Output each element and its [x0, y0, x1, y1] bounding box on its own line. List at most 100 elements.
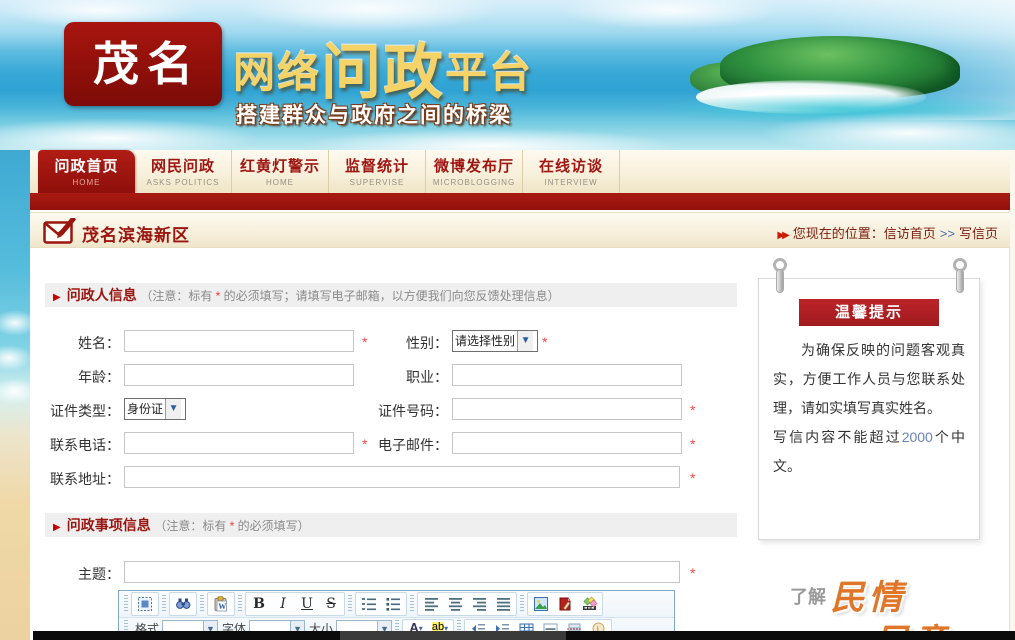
tab-label: 在线访谈	[523, 155, 619, 176]
breadcrumb-home-link[interactable]: 信访首页	[884, 226, 936, 241]
district-title: 茂名滨海新区	[82, 221, 190, 246]
tab-label: 问政首页	[38, 155, 135, 176]
breadcrumb-arrows-icon: ▶▶	[777, 230, 786, 241]
email-input[interactable]	[452, 432, 682, 454]
island-graphic	[690, 28, 990, 118]
person-info-section-header: ▶ 问政人信息 （注意：标有 * 的必须填写；请填写电子邮箱，以方便我们向您反馈处…	[45, 283, 737, 307]
gender-select-value: 请选择性别	[453, 331, 517, 351]
id-number-input[interactable]	[452, 398, 682, 420]
required-mark: *	[690, 436, 695, 452]
tips-body: 为确保反映的问题客观真实，方便工作人员与您联系处理，请如实填写真实姓名。 写信内…	[773, 336, 965, 481]
tips-paragraph: 为确保反映的问题客观真实，方便工作人员与您联系处理，请如实填写真实姓名。	[773, 336, 965, 423]
slogan-prefix: 了解	[790, 587, 826, 607]
required-mark: *	[690, 470, 695, 486]
maximize-icon[interactable]	[133, 593, 157, 615]
bold-button[interactable]: B	[247, 593, 271, 615]
id-type-select-value: 身份证	[125, 399, 165, 419]
phone-input[interactable]	[124, 432, 354, 454]
site-title-part: 平台	[445, 49, 533, 96]
find-icon[interactable]	[171, 593, 195, 615]
breadcrumb-separator: >>	[940, 226, 955, 241]
svg-text:W: W	[218, 602, 226, 611]
bulleted-list-icon[interactable]	[381, 593, 405, 615]
site-subtitle: 搭建群众与政府之间的桥梁	[236, 99, 512, 129]
breadcrumb: ▶▶ 您现在的位置：信访首页 >> 写信页	[777, 223, 998, 242]
required-mark: *	[690, 402, 695, 418]
paste-from-word-icon[interactable]: W	[209, 593, 233, 615]
subject-label: 主题：	[34, 564, 120, 584]
strikethrough-button[interactable]: S	[319, 593, 343, 615]
site-banner: 茂名 网络问政平台 搭建群众与政府之间的桥梁	[0, 0, 1015, 150]
email-label: 电子邮件：	[356, 435, 448, 455]
align-center-icon[interactable]	[443, 593, 467, 615]
tips-paragraph: 写信内容不能超过2000个中文。	[773, 423, 965, 481]
tab-label: 微博发布厅	[426, 155, 522, 176]
tab-sublabel: INTERVIEW	[523, 178, 619, 187]
tips-panel: 温馨提示 为确保反映的问题客观真实，方便工作人员与您联系处理，请如实填写真实姓名…	[758, 278, 980, 540]
tab-sublabel: MICROBLOGGING	[426, 178, 522, 187]
tips-title: 温馨提示	[799, 299, 939, 326]
tab-label: 网民问政	[135, 155, 231, 176]
tab-microblog-hall[interactable]: 微博发布厅 MICROBLOGGING	[426, 150, 523, 193]
tab-warning-lights[interactable]: 红黄灯警示 HOME	[232, 150, 329, 193]
align-justify-icon[interactable]	[491, 593, 515, 615]
tab-sublabel: SUPERVISE	[329, 178, 425, 187]
job-label: 职业：	[356, 367, 448, 387]
section-arrow-icon: ▶	[53, 292, 61, 303]
align-right-icon[interactable]	[467, 593, 491, 615]
section-title: 问政人信息	[67, 287, 137, 303]
id-type-select[interactable]: 身份证▼	[124, 398, 186, 420]
matter-info-section-header: ▶ 问政事项信息 （注意：标有 * 的必须填写）	[45, 513, 737, 537]
editor-toolbar-row1: W B I U S	[119, 591, 674, 618]
breadcrumb-label: 您现在的位置：	[793, 226, 884, 241]
subject-input[interactable]	[124, 561, 680, 583]
tab-supervise-stats[interactable]: 监督统计SUPERVISE	[329, 150, 426, 193]
required-mark: *	[542, 334, 547, 350]
id-number-label: 证件号码：	[356, 401, 448, 421]
binder-ring-icon	[952, 258, 968, 300]
wave-foam-graphic	[0, 118, 260, 150]
section-arrow-icon: ▶	[53, 522, 61, 533]
address-label: 联系地址：	[34, 469, 120, 489]
insert-image-icon[interactable]	[529, 593, 553, 615]
section-note: （注意：标有 * 的必须填写；请填写电子邮箱，以方便我们向您反馈处理信息）	[140, 289, 559, 303]
tab-online-interview[interactable]: 在线访谈 INTERVIEW	[523, 150, 620, 193]
tab-sublabel: ASKS POLITICS	[135, 178, 231, 187]
name-input[interactable]	[124, 330, 354, 352]
slogan-minqing: 了解 民情	[790, 570, 906, 619]
section-header: 茂名滨海新区 ▶▶ 您现在的位置：信访首页 >> 写信页	[30, 212, 1010, 248]
section-note: （注意：标有 * 的必须填写）	[154, 519, 309, 533]
age-input[interactable]	[124, 364, 354, 386]
tab-label: 红黄灯警示	[232, 155, 328, 176]
address-input[interactable]	[124, 466, 680, 488]
id-type-label: 证件类型：	[34, 401, 120, 421]
job-input[interactable]	[452, 364, 682, 386]
background-right-strip	[1010, 150, 1015, 640]
gender-select[interactable]: 请选择性别▼	[452, 330, 538, 352]
tab-sublabel: HOME	[232, 178, 328, 187]
site-title-part: 网络	[233, 49, 321, 96]
main-navigation: 问政首页HOME 网民问政 ASKS POLITICS 红黄灯警示 HOME 监督统…	[30, 150, 1010, 193]
numbered-list-icon[interactable]	[357, 593, 381, 615]
slogan-word: 民情	[830, 578, 906, 618]
gender-label: 性别：	[356, 333, 448, 353]
scrollbar-thumb[interactable]	[340, 631, 566, 640]
phone-label: 联系电话：	[34, 435, 120, 455]
breadcrumb-current: 写信页	[959, 226, 998, 241]
main-content: 问政首页HOME 网民问政 ASKS POLITICS 红黄灯警示 HOME 监督统…	[30, 150, 1010, 640]
tab-netizen-politics[interactable]: 网民问政 ASKS POLITICS	[135, 150, 232, 193]
color-palette-icon[interactable]	[577, 593, 601, 615]
background-beach-strip	[0, 150, 30, 640]
bottom-scrollbar[interactable]	[33, 631, 1015, 640]
wave-foam-graphic	[300, 128, 680, 150]
nav-red-bar	[30, 193, 1010, 210]
site-title-part: 问政	[321, 39, 445, 106]
insert-flash-icon[interactable]	[553, 593, 577, 615]
underline-button[interactable]: U	[295, 593, 319, 615]
italic-button[interactable]: I	[271, 593, 295, 615]
tab-wenzheng-home[interactable]: 问政首页HOME	[38, 150, 135, 193]
site-logo: 茂名	[64, 22, 222, 106]
align-left-icon[interactable]	[419, 593, 443, 615]
section-title: 问政事项信息	[67, 517, 151, 533]
site-title: 网络问政平台	[233, 24, 533, 111]
